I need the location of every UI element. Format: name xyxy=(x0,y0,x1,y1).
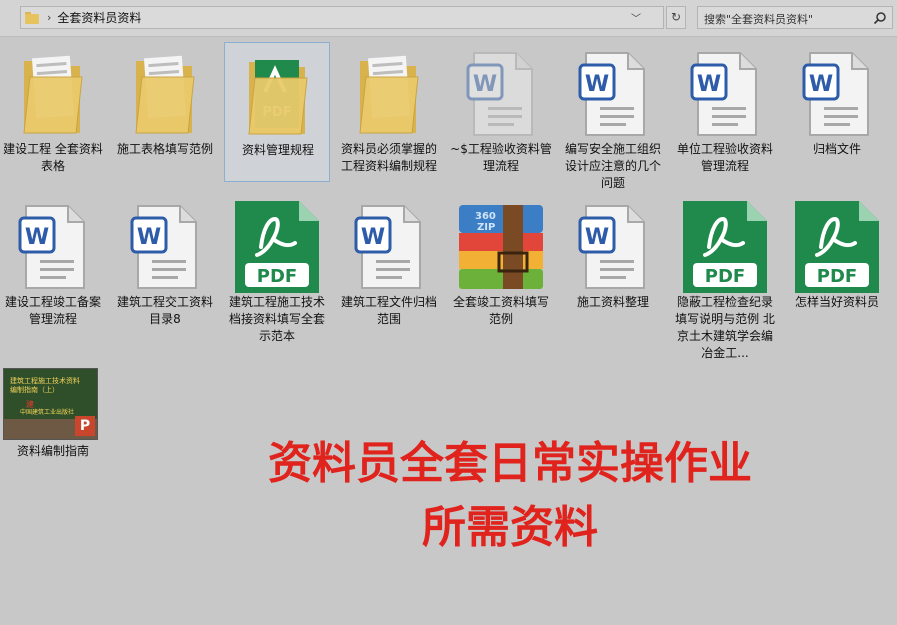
pdf-document-icon: PDF xyxy=(784,201,890,293)
folder-icon xyxy=(112,48,218,140)
word-document-icon: W xyxy=(560,48,666,140)
svg-text:W: W xyxy=(137,225,161,250)
ppt-icon: P xyxy=(75,416,95,436)
file-name: 建筑工程施工技术档接资料填写全套示范本 xyxy=(228,295,325,343)
svg-text:PDF: PDF xyxy=(705,266,745,287)
svg-text:PDF: PDF xyxy=(257,266,297,287)
file-item[interactable]: W 建设工程竣工备案管理流程 xyxy=(0,195,106,335)
file-item[interactable]: 资料员必须掌握的工程资料编制规程 xyxy=(336,42,442,182)
folder-icon xyxy=(25,11,39,24)
svg-text:W: W xyxy=(585,225,609,250)
address-path: 全套资料员资料 xyxy=(57,11,142,25)
ppt-thumbnail: 建筑工程施工技术资料 编制指南（上） 建 中国建筑工业出版社 P xyxy=(3,368,98,440)
file-item[interactable]: PDF 怎样当好资料员 xyxy=(784,195,890,335)
word-document-icon: W xyxy=(560,201,666,293)
file-item[interactable]: 360 ZIP 全套竣工资料填写范例 xyxy=(448,195,554,335)
folder-icon xyxy=(0,48,106,140)
file-name: 编写安全施工组织设计应注意的几个问题 xyxy=(564,142,661,190)
refresh-icon: ↻ xyxy=(670,10,682,24)
thumb-sub: 中国建筑工业出版社 xyxy=(20,409,75,416)
pdf-document-icon: PDF xyxy=(672,201,778,293)
address-bar: › 全套资料员资料 ﹀ ↻ 搜索"全套资料员资料" xyxy=(0,0,897,37)
file-name: 单位工程验收资料管理流程 xyxy=(676,142,773,173)
svg-text:W: W xyxy=(25,225,49,250)
svg-text:W: W xyxy=(361,225,385,250)
word-document-icon: W xyxy=(784,48,890,140)
search-placeholder: 搜索"全套资料员资料" xyxy=(704,13,814,26)
file-item[interactable]: PDF 资料管理规程 xyxy=(224,42,330,182)
word-document-icon: W xyxy=(112,201,218,293)
file-name: 资料管理规程 xyxy=(241,143,314,157)
address-field[interactable]: › 全套资料员资料 ﹀ xyxy=(20,6,664,29)
file-name: 隐蔽工程检查纪录填写说明与范例 北京土木建筑学会编 冶金工... xyxy=(675,295,775,360)
svg-text:360: 360 xyxy=(475,211,496,222)
word-document-icon: W xyxy=(336,201,442,293)
word-document-icon: W xyxy=(672,48,778,140)
svg-text:W: W xyxy=(473,72,497,97)
file-item[interactable]: W 施工资料整理 xyxy=(560,195,666,335)
svg-text:PDF: PDF xyxy=(817,266,857,287)
file-name: ~$工程验收资料管理流程 xyxy=(450,142,552,173)
promo-banner: 资料员全套日常实操作业 所需资料 xyxy=(140,432,880,560)
svg-text:W: W xyxy=(809,72,833,97)
file-name: 建设工程竣工备案管理流程 xyxy=(4,295,101,326)
file-name: 建筑工程交工资料目录8 xyxy=(116,295,213,326)
file-name: 归档文件 xyxy=(812,142,861,156)
word-document-icon: W xyxy=(0,201,106,293)
svg-text:W: W xyxy=(585,72,609,97)
folder-icon xyxy=(336,48,442,140)
thumb-title: 建筑工程施工技术资料 编制指南（上） xyxy=(10,377,80,394)
search-icon[interactable] xyxy=(873,11,887,25)
banner-line-2: 所需资料 xyxy=(422,502,598,553)
file-item[interactable]: W 归档文件 xyxy=(784,42,890,182)
file-name: 建筑工程文件归档范围 xyxy=(340,295,437,326)
file-item[interactable]: W ~$工程验收资料管理流程 xyxy=(448,42,554,182)
chevron-right-icon[interactable]: › xyxy=(47,11,51,24)
file-name: 资料员必须掌握的工程资料编制规程 xyxy=(340,142,437,173)
file-item[interactable]: 建设工程 全套资料表格 xyxy=(0,42,106,182)
svg-text:W: W xyxy=(697,72,721,97)
file-item[interactable]: PDF 建筑工程施工技术档接资料填写全套示范本 xyxy=(224,195,330,343)
file-item[interactable]: W 建筑工程交工资料目录8 xyxy=(112,195,218,335)
svg-text:ZIP: ZIP xyxy=(477,222,495,233)
file-name: 全套竣工资料填写范例 xyxy=(452,295,549,326)
chevron-down-icon[interactable]: ﹀ xyxy=(631,10,641,25)
file-name: 施工资料整理 xyxy=(576,295,649,309)
file-item-guide[interactable]: 建筑工程施工技术资料 编制指南（上） 建 中国建筑工业出版社 P 资料编制指南 xyxy=(0,364,106,464)
zip-archive-icon: 360 ZIP xyxy=(448,201,554,293)
file-item[interactable]: W 建筑工程文件归档范围 xyxy=(336,195,442,335)
file-item[interactable]: 施工表格填写范例 xyxy=(112,42,218,182)
pdf-document-icon: PDF xyxy=(224,201,330,293)
file-item[interactable]: W 单位工程验收资料管理流程 xyxy=(672,42,778,182)
file-name: 资料编制指南 xyxy=(16,444,89,458)
file-name: 建设工程 全套资料表格 xyxy=(3,142,103,173)
pdf-folder-icon: PDF xyxy=(225,49,331,141)
search-input[interactable]: 搜索"全套资料员资料" xyxy=(697,6,893,29)
file-item[interactable]: W 编写安全施工组织设计应注意的几个问题 xyxy=(560,42,666,190)
refresh-button[interactable]: ↻ xyxy=(666,6,686,29)
file-item[interactable]: PDF 隐蔽工程检查纪录填写说明与范例 北京土木建筑学会编 冶金工... xyxy=(672,195,778,360)
file-name: 施工表格填写范例 xyxy=(116,142,213,156)
file-name: 怎样当好资料员 xyxy=(794,295,879,309)
word-document-icon: W xyxy=(448,48,554,140)
banner-line-1: 资料员全套日常实操作业 xyxy=(268,438,752,489)
